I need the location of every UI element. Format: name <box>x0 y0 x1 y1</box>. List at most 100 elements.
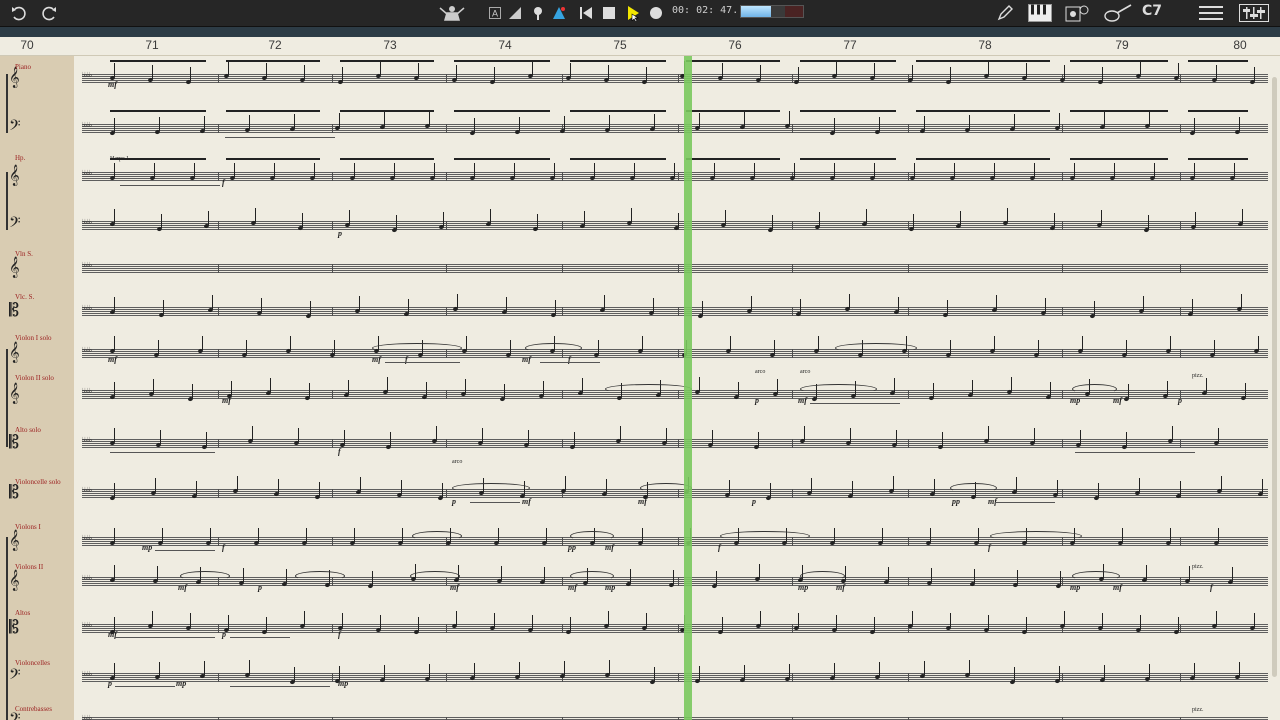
dynamic-mark[interactable]: mf <box>638 497 647 506</box>
dynamic-mark[interactable]: mf <box>178 583 187 592</box>
dynamic-mark[interactable]: f <box>988 543 991 552</box>
dynamic-mark[interactable]: mf <box>108 80 117 89</box>
dynamic-mark[interactable]: pp <box>568 543 576 552</box>
staff[interactable] <box>82 74 1268 83</box>
dynamic-mark[interactable]: pp <box>952 497 960 506</box>
dynamic-mark[interactable]: mf <box>605 543 614 552</box>
measure-number[interactable]: 75 <box>613 38 626 52</box>
dynamic-mark[interactable]: mf <box>222 396 231 405</box>
bars-icon[interactable] <box>507 3 523 23</box>
bar-line <box>908 172 909 181</box>
staff[interactable] <box>82 264 1268 273</box>
measure-number[interactable]: 78 <box>978 38 991 52</box>
pin-icon[interactable] <box>530 3 546 23</box>
score-view[interactable]: 70 71 72 73 74 75 76 77 78 79 80 𝄞 ♭♭♭♭ 𝄢 ♭♭♭♭ 𝄞 ♭♭♭♭ 𝄢 ♭… <box>0 37 1280 720</box>
menu-icon[interactable] <box>1198 3 1224 23</box>
pen-icon[interactable] <box>994 3 1016 23</box>
bar-line <box>218 537 219 546</box>
instrument-name[interactable]: Vln S. <box>15 250 33 258</box>
measure-number[interactable]: 79 <box>1115 38 1128 52</box>
dynamic-mark[interactable]: mp <box>142 543 152 552</box>
dynamic-mark[interactable]: mf <box>1113 396 1122 405</box>
piano-keys-icon[interactable] <box>1027 3 1053 23</box>
dynamic-mark[interactable]: mp <box>605 583 615 592</box>
staff[interactable] <box>82 537 1268 546</box>
dynamic-mark[interactable]: p <box>108 679 112 688</box>
dynamic-mark[interactable]: f <box>1210 583 1213 592</box>
staff[interactable] <box>82 172 1268 181</box>
dynamic-mark[interactable]: p <box>755 396 759 405</box>
dynamic-mark[interactable]: mp <box>1070 396 1080 405</box>
dynamic-mark[interactable]: mf <box>836 583 845 592</box>
staff[interactable] <box>82 673 1268 682</box>
dynamic-mark[interactable]: p <box>338 229 342 238</box>
instrument-name[interactable]: Violons II <box>15 563 43 571</box>
measure-number[interactable]: 71 <box>145 38 158 52</box>
dynamic-mark[interactable]: mf <box>450 583 459 592</box>
dynamic-mark[interactable]: mp <box>1070 583 1080 592</box>
dynamic-mark[interactable]: f <box>222 543 225 552</box>
instrument-name[interactable]: Altos <box>15 609 30 617</box>
record-icon[interactable] <box>648 3 664 23</box>
measure-number[interactable]: 73 <box>383 38 396 52</box>
instrument-name[interactable]: Violoncelle solo <box>15 478 61 486</box>
measure-number[interactable]: 70 <box>20 38 33 52</box>
color-icon[interactable] <box>551 3 567 23</box>
dynamic-mark[interactable]: f <box>338 630 341 639</box>
dynamic-mark[interactable]: p <box>752 497 756 506</box>
staff[interactable] <box>82 624 1268 633</box>
undo-icon[interactable] <box>8 3 30 23</box>
instrument-name[interactable]: Vlc. S. <box>15 293 34 301</box>
instrument-name[interactable]: Alto solo <box>15 426 41 434</box>
dynamic-mark[interactable]: mf <box>522 497 531 506</box>
dynamic-mark[interactable]: mf <box>568 583 577 592</box>
dynamic-mark[interactable]: mp <box>338 679 348 688</box>
measure-number[interactable]: 77 <box>843 38 856 52</box>
dynamic-mark[interactable]: mf <box>522 355 531 364</box>
measure-number[interactable]: 74 <box>498 38 511 52</box>
sliders-icon[interactable] <box>1238 3 1270 23</box>
dynamic-mark[interactable]: p <box>258 583 262 592</box>
measure-ruler[interactable]: 70 71 72 73 74 75 76 77 78 79 80 <box>0 37 1280 56</box>
guitar-icon[interactable] <box>1102 3 1134 23</box>
staff[interactable] <box>82 439 1268 448</box>
dynamic-mark[interactable]: p <box>1178 396 1182 405</box>
dynamic-mark[interactable]: mf <box>798 396 807 405</box>
dynamic-mark[interactable]: f <box>222 178 225 187</box>
dynamic-mark[interactable]: f <box>718 543 721 552</box>
measure-number[interactable]: 72 <box>268 38 281 52</box>
dynamic-mark[interactable]: mf <box>372 355 381 364</box>
instrument-name[interactable]: Hp. <box>15 154 25 162</box>
dynamic-mark[interactable]: mp <box>798 583 808 592</box>
staff[interactable] <box>82 124 1268 133</box>
rewind-icon[interactable] <box>578 3 594 23</box>
instrument-name[interactable]: Piano <box>15 63 31 71</box>
instrument-name[interactable]: Violons I <box>15 523 41 531</box>
play-icon[interactable] <box>625 3 641 23</box>
mixer-icon[interactable] <box>1064 3 1092 23</box>
stop-icon[interactable] <box>601 3 617 23</box>
instrument-name[interactable]: Violon II solo <box>15 374 54 382</box>
dynamic-mark[interactable]: f <box>338 447 341 456</box>
dynamic-mark[interactable]: mf <box>108 355 117 364</box>
volume-slider[interactable] <box>740 5 804 18</box>
dynamic-mark[interactable]: p <box>452 497 456 506</box>
playback-cursor[interactable] <box>684 56 692 720</box>
text-icon[interactable]: A <box>488 3 502 23</box>
note-stem <box>1172 426 1173 440</box>
measure-number[interactable]: 76 <box>728 38 741 52</box>
instrument-name[interactable]: Contrebasses <box>15 705 52 713</box>
instrument-name[interactable]: Violon I solo <box>15 334 52 342</box>
measure-number[interactable]: 80 <box>1233 38 1246 52</box>
staff[interactable] <box>82 349 1268 358</box>
redo-icon[interactable] <box>38 3 60 23</box>
dynamic-mark[interactable]: mp <box>176 679 186 688</box>
note-stem <box>1026 63 1027 77</box>
instrument-name[interactable]: Violoncelles <box>15 659 50 667</box>
conductor-icon[interactable] <box>436 3 468 23</box>
vertical-scrollbar[interactable] <box>1272 77 1277 677</box>
dynamic-mark[interactable]: p <box>222 630 226 639</box>
dynamic-mark[interactable]: mf <box>1113 583 1122 592</box>
note-stem <box>342 613 343 627</box>
key-display[interactable]: C7 <box>1142 3 1162 19</box>
